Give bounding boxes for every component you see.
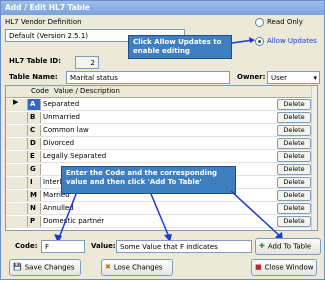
close-window-label: Close Window — [264, 263, 314, 272]
edit-hl7-table-window: Add / Edit HL7 Table HL7 Vendor Definiti… — [0, 0, 325, 280]
save-changes-label: Save Changes — [24, 263, 75, 272]
value-label: Value: — [91, 242, 116, 250]
close-window-icon: ■ — [255, 263, 262, 271]
value-input[interactable]: Some Value that F indicates — [116, 240, 252, 253]
save-changes-button[interactable]: 💾 Save Changes — [9, 259, 81, 276]
close-window-button[interactable]: ■ Close Window — [251, 259, 317, 276]
lose-changes-label: Lose Changes — [113, 263, 163, 272]
lose-changes-button[interactable]: ✖ Lose Changes — [101, 259, 173, 276]
plus-icon: ✚ — [259, 242, 265, 250]
floppy-disk-icon: 💾 — [13, 263, 22, 271]
code-label: Code: — [15, 242, 38, 250]
add-to-table-label: Add To Table — [267, 242, 312, 251]
undo-icon: ✖ — [105, 263, 111, 271]
code-input[interactable]: F — [41, 240, 85, 253]
add-to-table-button[interactable]: ✚ Add To Table — [255, 238, 321, 255]
